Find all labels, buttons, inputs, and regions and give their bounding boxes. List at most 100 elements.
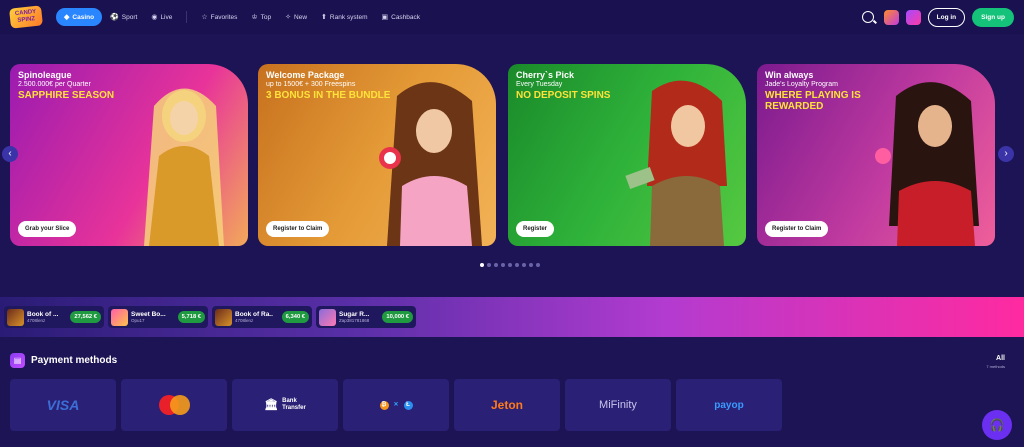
nav-label: Casino xyxy=(72,13,95,21)
slider-dot[interactable] xyxy=(536,263,540,267)
bank-label: Transfer xyxy=(282,405,306,411)
nav-label: Rank system xyxy=(329,13,368,21)
slider-dot[interactable] xyxy=(487,263,491,267)
signup-button[interactable]: Sign up xyxy=(972,7,1014,27)
nav-new[interactable]: ✧ New xyxy=(279,9,313,25)
register-button[interactable]: Register xyxy=(516,221,555,237)
banner-subtitle: Every Tuesday xyxy=(516,81,563,88)
payment-methods-title: Payment methods xyxy=(31,355,118,366)
game-thumbnail xyxy=(215,308,232,326)
slider-dot[interactable] xyxy=(515,263,519,267)
site-logo[interactable]: CANDY SPINZ xyxy=(9,5,43,29)
bonus-icon[interactable] xyxy=(905,9,921,25)
win-game-name: Sugar R... xyxy=(339,311,370,318)
win-user: Opu17 xyxy=(131,318,145,323)
mastercard-logo xyxy=(159,395,190,415)
slider-pagination xyxy=(480,263,540,267)
win-amount: 5,718 € xyxy=(177,311,205,323)
nav-sport[interactable]: ⚽ Sport xyxy=(104,9,143,25)
payop-logo: payop xyxy=(714,399,744,411)
game-thumbnail xyxy=(7,308,24,326)
nav-cashback[interactable]: ▣ Cashback xyxy=(376,9,427,25)
crypto-icons: ₿ ✕ Ł xyxy=(379,400,413,410)
banner-spinoleague[interactable]: Spinoleague 2.500.000€ per Quarter SAPPH… xyxy=(10,64,248,246)
support-chat-button[interactable]: 🎧 xyxy=(982,410,1012,440)
slider-prev-button[interactable]: ‹ xyxy=(2,146,18,162)
win-amount: 10,000 € xyxy=(382,311,413,323)
ripple-icon: ✕ xyxy=(393,401,399,408)
slider-dot[interactable] xyxy=(529,263,533,267)
payment-methods-header: ▤ Payment methods xyxy=(10,353,117,368)
nav-favorites[interactable]: ☆ Favorites xyxy=(195,9,243,25)
mifinity-logo: MiFinity xyxy=(599,399,637,411)
recent-wins-strip: Book of ... 4708lenz 27,562 € Sweet Bo...… xyxy=(0,297,1024,337)
slider-dot[interactable] xyxy=(494,263,498,267)
win-amount: 27,562 € xyxy=(70,311,101,323)
slider-dot[interactable] xyxy=(508,263,512,267)
slider-dot[interactable] xyxy=(480,263,484,267)
banner-subtitle: 2.500.000€ per Quarter xyxy=(18,81,91,88)
win-user: 4708lenz xyxy=(27,318,46,323)
banner-subtitle: up to 1500€ + 300 Freespins xyxy=(266,81,356,88)
payment-mastercard[interactable] xyxy=(121,379,227,431)
register-to-claim-button[interactable]: Register to Claim xyxy=(266,221,330,237)
win-item[interactable]: Sugar R... Zap381781868 10,000 € xyxy=(316,306,416,328)
cashback-icon: ▣ xyxy=(381,14,389,21)
win-item[interactable]: Book of Ra... 4708lenz 6,340 € xyxy=(212,306,312,328)
payment-crypto[interactable]: ₿ ✕ Ł xyxy=(343,379,449,431)
litecoin-icon: Ł xyxy=(403,400,413,410)
win-item[interactable]: Book of ... 4708lenz 27,562 € xyxy=(4,306,104,328)
slider-next-button[interactable]: › xyxy=(998,146,1014,162)
search-icon[interactable] xyxy=(861,11,874,23)
payment-jeton[interactable]: Jeton xyxy=(454,379,560,431)
nav-label: New xyxy=(294,13,308,21)
win-game-name: Book of Ra... xyxy=(235,311,273,318)
game-thumbnail xyxy=(319,308,336,326)
nav-label: Favorites xyxy=(210,13,238,21)
slider-dot[interactable] xyxy=(522,263,526,267)
banner-welcome-package[interactable]: Welcome Package up to 1500€ + 300 Freesp… xyxy=(258,64,496,246)
win-amount: 6,340 € xyxy=(281,311,309,323)
banner-character-image xyxy=(144,88,224,246)
promo-slider: Spinoleague 2.500.000€ per Quarter SAPPH… xyxy=(0,60,1024,250)
nav-label: Live xyxy=(160,13,173,21)
payment-bank-transfer[interactable]: 🏛 Bank Transfer xyxy=(232,379,338,431)
banner-character-image xyxy=(875,82,979,246)
nav-label: Sport xyxy=(121,13,138,21)
gift-icon[interactable] xyxy=(883,9,899,25)
nav-divider xyxy=(186,11,188,23)
banner-character-image xyxy=(379,82,482,246)
bitcoin-icon: ₿ xyxy=(379,400,389,410)
rank-icon: ⬆ xyxy=(321,14,327,21)
banner-title: Cherry`s Pick xyxy=(516,70,575,80)
all-payments-link[interactable]: All xyxy=(996,355,1005,362)
jeton-logo: Jeton xyxy=(490,398,523,412)
nav-casino[interactable]: ◆ Casino xyxy=(56,8,103,26)
login-button[interactable]: Log in xyxy=(927,7,966,27)
banner-title: Welcome Package xyxy=(266,70,345,80)
nav-label: Top xyxy=(260,13,272,21)
nav-top[interactable]: ♔ Top xyxy=(245,9,277,25)
banner-cherrys-pick[interactable]: Cherry`s Pick Every Tuesday NO DEPOSIT S… xyxy=(508,64,746,246)
bank-icon: 🏛 xyxy=(264,398,279,411)
headset-icon: 🎧 xyxy=(989,418,1005,432)
register-to-claim-button[interactable]: Register to Claim xyxy=(765,221,829,237)
nav-rank-system[interactable]: ⬆ Rank system xyxy=(315,9,373,25)
payment-mifinity[interactable]: MiFinity xyxy=(565,379,671,431)
slider-dot[interactable] xyxy=(501,263,505,267)
banner-character-image xyxy=(625,80,727,246)
bank-label: Bank xyxy=(282,398,297,404)
win-user: 4708lenz xyxy=(235,318,254,323)
win-item[interactable]: Sweet Bo... Opu17 5,718 € xyxy=(108,306,208,328)
nav-label: Cashback xyxy=(391,13,421,21)
nav-live[interactable]: ◉ Live xyxy=(145,9,178,25)
grab-slice-button[interactable]: Grab your Slice xyxy=(18,221,77,237)
banner-subtitle: Jade's Loyalty Program xyxy=(765,81,838,88)
win-game-name: Sweet Bo... xyxy=(131,311,166,318)
game-thumbnail xyxy=(111,308,128,326)
payment-payop[interactable]: payop xyxy=(676,379,782,431)
diamond-icon: ◆ xyxy=(64,14,70,21)
payment-visa[interactable]: VISA xyxy=(10,379,116,431)
trophy-icon: ♔ xyxy=(251,14,258,21)
banner-win-always[interactable]: Win always Jade's Loyalty Program WHERE … xyxy=(757,64,995,246)
